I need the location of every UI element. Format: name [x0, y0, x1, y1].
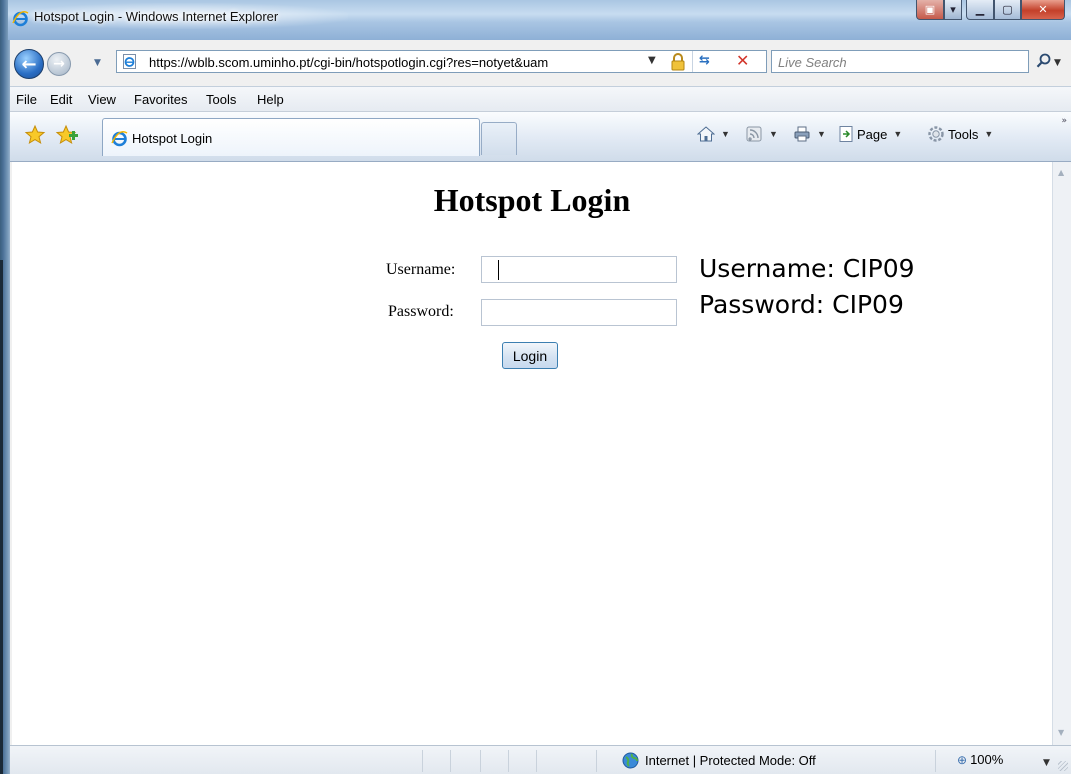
page-menu-button[interactable]: Page ▼	[837, 125, 902, 143]
password-label: Password:	[388, 303, 454, 320]
scroll-down-icon[interactable]: ▼	[1058, 728, 1064, 737]
more-commands-icon[interactable]: »	[1061, 116, 1067, 126]
search-dropdown-icon[interactable]: ▼	[1054, 58, 1061, 68]
password-note: Password: CIP09	[699, 290, 904, 319]
zoom-level[interactable]: ⊕ 100%	[957, 752, 1003, 767]
favorites-center-icon[interactable]	[24, 124, 46, 146]
globe-icon	[622, 752, 639, 769]
maximize-button[interactable]: ▢	[994, 0, 1021, 20]
security-zone-text: Internet | Protected Mode: Off	[645, 753, 816, 768]
menu-edit[interactable]: Edit	[50, 92, 72, 107]
vertical-scrollbar[interactable]: ▲ ▼	[1052, 162, 1071, 745]
ie-tab-icon	[111, 130, 128, 147]
menu-view[interactable]: View	[88, 92, 116, 107]
tab-hotspot-login[interactable]: Hotspot Login	[102, 118, 480, 156]
page-title: Hotspot Login	[433, 182, 631, 218]
search-box[interactable]: Live Search	[771, 50, 1029, 73]
lock-icon[interactable]	[670, 53, 686, 71]
tab-bar: Hotspot Login ▼ ▼ ▼ Page ▼ Tools ▼ »	[10, 112, 1071, 162]
add-favorite-icon[interactable]	[55, 124, 79, 146]
title-bar[interactable]: Hotspot Login - Windows Internet Explore…	[8, 0, 1071, 40]
tools-menu-label: Tools	[948, 126, 979, 142]
zoom-dropdown-icon[interactable]: ▼	[1043, 758, 1050, 768]
status-bar: Internet | Protected Mode: Off ⊕ 100% ▼	[10, 745, 1071, 774]
arrow-left-icon: ←	[21, 53, 37, 75]
search-input[interactable]: Live Search	[778, 55, 847, 70]
username-label: Username:	[386, 261, 456, 278]
new-tab-button[interactable]	[481, 122, 517, 155]
window-title: Hotspot Login - Windows Internet Explore…	[34, 9, 279, 24]
page-icon	[837, 125, 855, 143]
login-button[interactable]: Login	[502, 342, 558, 369]
username-note: Username: CIP09	[699, 254, 915, 283]
window-controls: ▣ ▾ ▁ ▢ ✕	[916, 0, 1065, 21]
desktop-edge	[0, 0, 10, 774]
browser-window: Hotspot Login - Windows Internet Explore…	[0, 0, 1071, 774]
gear-icon	[927, 125, 945, 143]
stop-icon[interactable]: ✕	[736, 51, 754, 71]
address-dropdown-icon[interactable]: ▼	[648, 55, 656, 66]
page-content: Hotspot Login Username: Password: Login …	[12, 162, 1052, 745]
feeds-icon	[745, 125, 763, 143]
menu-favorites[interactable]: Favorites	[134, 92, 187, 107]
arrow-right-icon: →	[53, 56, 65, 72]
username-field[interactable]	[481, 256, 677, 283]
scroll-up-icon[interactable]: ▲	[1058, 168, 1064, 177]
zoom-icon: ⊕	[957, 752, 968, 767]
address-bar[interactable]: https://wblb.scom.uminho.pt/cgi-bin/hots…	[116, 50, 767, 73]
tab-label: Hotspot Login	[132, 131, 213, 146]
home-icon	[696, 125, 716, 143]
forward-button[interactable]: →	[47, 52, 71, 76]
recent-pages-dropdown[interactable]: ▼	[94, 58, 101, 68]
password-field[interactable]	[481, 299, 677, 326]
menu-tools[interactable]: Tools	[206, 92, 236, 107]
ie-icon	[12, 10, 29, 27]
print-button[interactable]: ▼	[793, 125, 826, 143]
resize-grip-icon[interactable]	[1058, 761, 1068, 771]
page-icon	[122, 54, 137, 69]
back-button[interactable]: ←	[14, 49, 44, 79]
menu-file[interactable]: File	[16, 92, 37, 107]
dock-icon[interactable]: ▣	[916, 0, 944, 20]
zoom-value: 100%	[970, 752, 1004, 767]
address-url[interactable]: https://wblb.scom.uminho.pt/cgi-bin/hots…	[149, 55, 548, 70]
feeds-button[interactable]: ▼	[745, 125, 778, 143]
printer-icon	[793, 125, 811, 143]
menu-help[interactable]: Help	[257, 92, 284, 107]
minimize-button[interactable]: ▁	[966, 0, 994, 20]
page-menu-label: Page	[857, 126, 888, 142]
search-icon[interactable]	[1035, 52, 1053, 70]
text-cursor	[498, 260, 499, 280]
security-zone[interactable]: Internet | Protected Mode: Off	[622, 752, 816, 769]
menu-bar: File Edit View Favorites Tools Help	[10, 86, 1071, 112]
dock-menu-icon[interactable]: ▾	[944, 0, 962, 20]
refresh-icon[interactable]: ⇆	[699, 53, 717, 71]
home-button[interactable]: ▼	[696, 125, 730, 143]
tools-menu-button[interactable]: Tools ▼	[927, 125, 993, 143]
close-button[interactable]: ✕	[1021, 0, 1065, 20]
